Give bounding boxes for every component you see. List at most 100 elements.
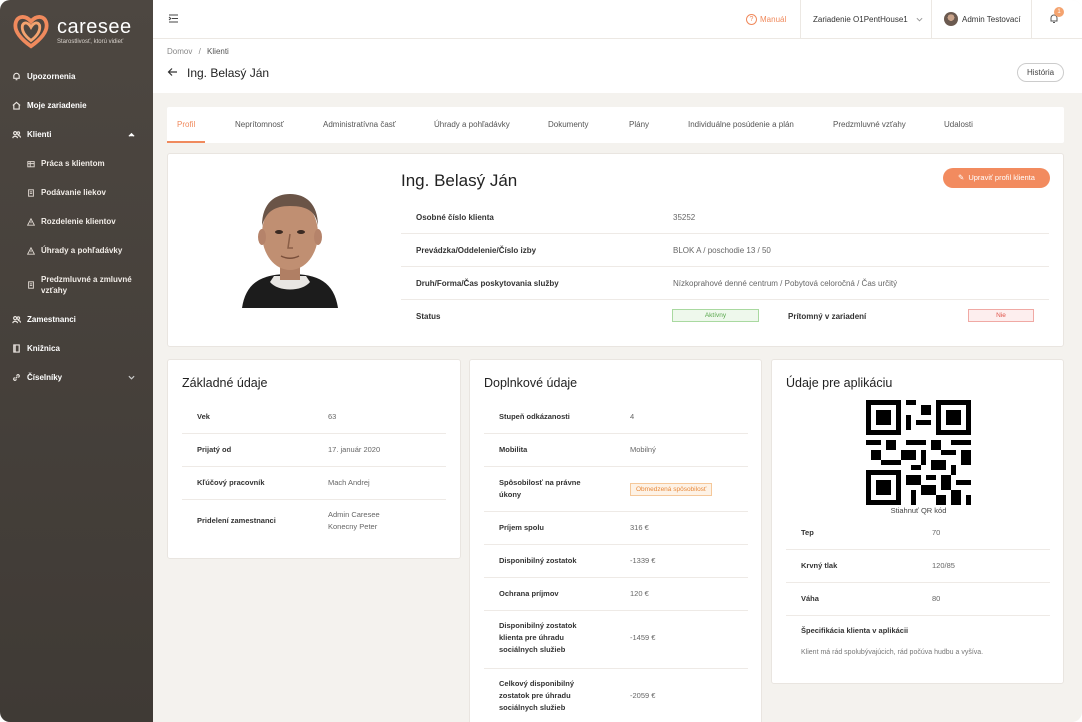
row-label: sociálnych služieb <box>499 645 566 654</box>
row-value: 120 € <box>630 589 649 598</box>
page-title: Ing. Belasý Ján <box>187 66 270 80</box>
row-label: Krvný tlak <box>801 561 838 570</box>
row-label: Disponibilný zostatok <box>499 556 577 565</box>
active-tab-indicator <box>167 141 205 143</box>
link-icon <box>13 374 20 381</box>
users-icon <box>12 316 21 324</box>
spec-value: Klient má rád spolubývajúcich, rád počúv… <box>801 649 984 656</box>
sidebar-item-kniznica[interactable]: Knižnica <box>0 334 153 363</box>
help-icon: ? <box>746 14 757 25</box>
data-row: Prijatý od 17. január 2020 <box>182 434 446 467</box>
download-qr-link[interactable]: Stiahnuť QR kód <box>772 506 1065 515</box>
row-value: Admin Caresee <box>328 510 380 519</box>
divider <box>1031 0 1032 39</box>
capacity-badge: Obmedzená spôsobilosť <box>630 483 713 496</box>
chevron-up-icon <box>128 132 135 137</box>
sidebar: caresee Starostlivosť, ktorú vidieť Upoz… <box>0 0 153 722</box>
profile-status-row: Status Aktívny Prítomný v zariadení Nie <box>401 300 1049 333</box>
logo[interactable]: caresee Starostlivosť, ktorú vidieť <box>12 12 132 50</box>
sidebar-item-label: Číselníky <box>27 373 63 382</box>
menu-collapse-icon[interactable] <box>168 13 179 24</box>
tab-profil[interactable]: Profil <box>177 107 195 143</box>
back-arrow-icon[interactable] <box>167 67 178 77</box>
sidebar-item-label: Knižnica <box>27 344 60 353</box>
row-label: Mobilita <box>499 445 528 454</box>
tab-dokumenty[interactable]: Dokumenty <box>548 107 588 143</box>
row-value: BLOK A / poschodie 13 / 50 <box>673 246 771 255</box>
avatar <box>944 12 958 26</box>
sidebar-item-upozornenia[interactable]: Upozornenia <box>0 62 153 91</box>
history-button[interactable]: História <box>1017 63 1064 82</box>
row-value: 4 <box>630 412 635 421</box>
row-label: zostatok pre úhradu <box>499 691 571 700</box>
row-value: Mobilný <box>630 445 656 454</box>
tab-uhrady[interactable]: Úhrady a pohľadávky <box>434 107 510 143</box>
user-menu[interactable]: Admin Testovací <box>944 12 1021 26</box>
sidebar-subitem-predzmluvne[interactable]: Predzmluvné a zmluvné vzťahy <box>0 265 153 305</box>
breadcrumb-home[interactable]: Domov <box>167 47 192 56</box>
row-value: 316 € <box>630 523 649 532</box>
manual-link[interactable]: ? Manuál <box>746 14 786 25</box>
row-label: Váha <box>801 594 819 603</box>
logo-tagline: Starostlivosť, ktorú vidieť <box>57 39 124 45</box>
sidebar-item-klienti[interactable]: Klienti <box>0 120 153 149</box>
tab-nepritomnost[interactable]: Neprítomnosť <box>235 107 284 143</box>
qr-code-image[interactable] <box>866 400 971 505</box>
sidebar-subitem-uhrady[interactable]: Úhrady a pohľadávky <box>0 236 153 265</box>
user-name: Admin Testovací <box>962 14 1021 24</box>
notification-count-badge: 1 <box>1054 7 1064 17</box>
card-title: Základné údaje <box>182 376 268 390</box>
sidebar-item-zamestnanci[interactable]: Zamestnanci <box>0 305 153 334</box>
document-icon <box>28 188 34 197</box>
profile-row: Osobné číslo klienta 35252 <box>401 201 1049 234</box>
present-badge: Nie <box>968 309 1034 322</box>
sidebar-subitem-rozdelenie-klientov[interactable]: Rozdelenie klientov <box>0 207 153 236</box>
row-label: Vek <box>197 412 210 421</box>
extra-data-card: Doplnkové údaje Stupeň odkázanosti 4 Mob… <box>469 359 762 722</box>
row-value: Nízkoprahové denné centrum / Pobytová ce… <box>673 279 898 288</box>
row-label: Prevádzka/Oddelenie/Číslo izby <box>416 246 537 255</box>
logo-name: caresee <box>57 16 132 38</box>
client-photo <box>242 194 338 308</box>
row-value: 35252 <box>673 213 696 222</box>
sidebar-subitem-label: Práca s klientom <box>41 159 105 168</box>
card-title: Doplnkové údaje <box>484 376 578 390</box>
device-select[interactable]: Zariadenie O1PentHouse1 <box>813 15 923 24</box>
data-row: Príjem spolu 316 € <box>484 512 748 545</box>
data-row: Tep 70 <box>786 517 1050 550</box>
tab-predzmluvne-vztahy[interactable]: Predzmluvné vzťahy <box>833 107 906 143</box>
tab-administrativna-cast[interactable]: Administratívna časť <box>323 107 396 143</box>
row-value: Konecny Peter <box>328 522 378 531</box>
row-label: Príjem spolu <box>499 523 545 532</box>
row-label: Druh/Forma/Čas poskytovania služby <box>416 279 559 288</box>
row-label: Stupeň odkázanosti <box>499 412 570 421</box>
tab-udalosti[interactable]: Udalosti <box>944 107 973 143</box>
device-label: Zariadenie O1PentHouse1 <box>813 15 908 24</box>
sidebar-item-label: Klienti <box>27 130 52 139</box>
row-label: Disponibilný zostatok <box>499 621 577 630</box>
row-value: 80 <box>932 594 941 603</box>
edit-profile-label: Upraviť profil klienta <box>968 173 1035 182</box>
bell-icon <box>13 72 20 81</box>
sidebar-item-label: Zamestnanci <box>27 315 76 324</box>
data-row: Krvný tlak 120/85 <box>786 550 1050 583</box>
row-label: Osobné číslo klienta <box>416 213 494 222</box>
breadcrumb: Domov / Klienti <box>167 47 229 56</box>
sidebar-subitem-podavanie-liekov[interactable]: Podávanie liekov <box>0 178 153 207</box>
sidebar-item-moje-zariadenie[interactable]: Moje zariadenie <box>0 91 153 120</box>
edit-profile-button[interactable]: ✎ Upraviť profil klienta <box>943 168 1050 188</box>
sidebar-item-ciselniky[interactable]: Číselníky <box>0 363 153 392</box>
sidebar-subitem-praca-s-klientom[interactable]: Práca s klientom <box>0 149 153 178</box>
tab-plany[interactable]: Plány <box>629 107 649 143</box>
breadcrumb-current[interactable]: Klienti <box>207 47 229 56</box>
app-data-card: Údaje pre aplikáciu Stiahnuť QR kód Tep … <box>771 359 1064 684</box>
row-value: 70 <box>932 528 941 537</box>
row-value: -1339 € <box>630 556 656 565</box>
page-header: Domov / Klienti Ing. Belasý Ján História <box>153 39 1082 93</box>
breadcrumb-separator: / <box>198 47 201 56</box>
data-row: Disponibilný zostatok -1339 € <box>484 545 748 578</box>
manual-label: Manuál <box>760 15 787 24</box>
warning-icon <box>27 246 35 255</box>
tab-individualne-posudenie[interactable]: Individuálne posúdenie a plán <box>688 107 794 143</box>
users-icon <box>12 131 21 139</box>
